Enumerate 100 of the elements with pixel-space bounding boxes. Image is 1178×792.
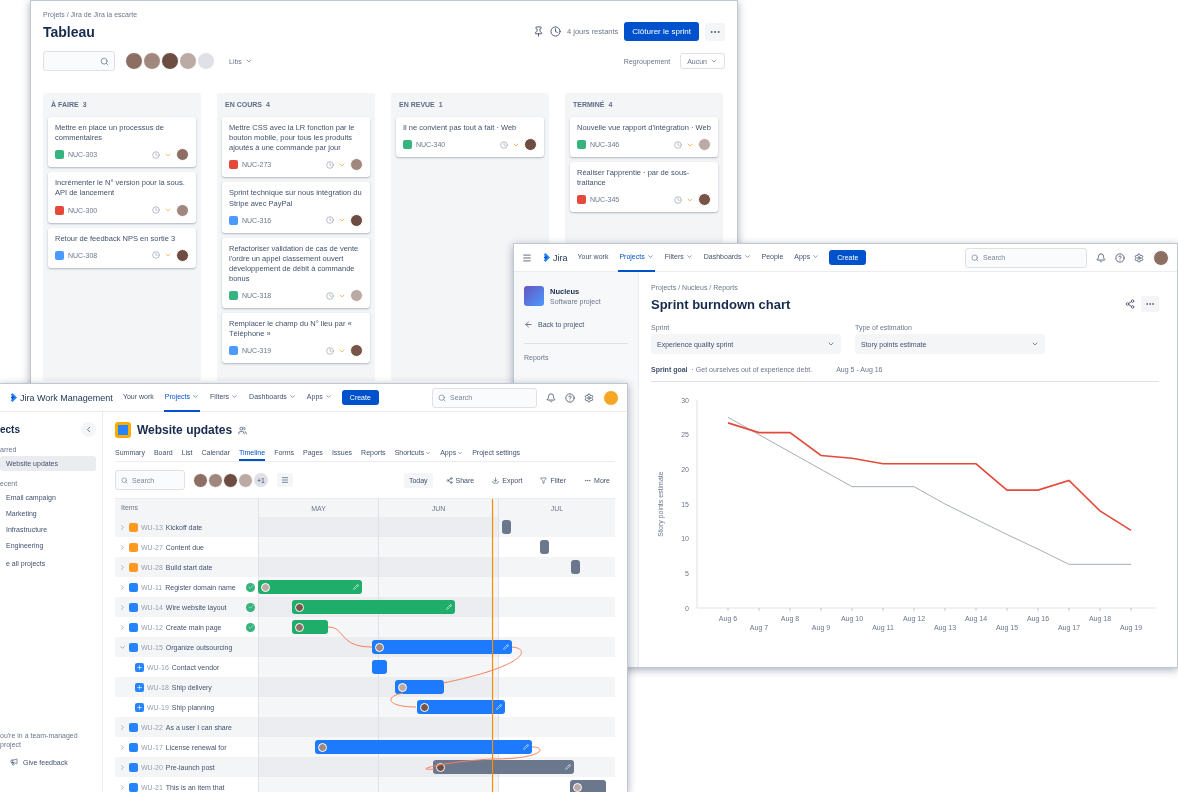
pencil-icon — [446, 604, 453, 610]
clock-icon — [326, 291, 334, 300]
assignee-avatar — [350, 289, 363, 303]
assignee-avatar — [350, 344, 363, 358]
share-icon[interactable] — [1125, 299, 1135, 309]
complete-sprint-button[interactable]: Clôturer le sprint — [624, 22, 699, 41]
assignee-avatar — [573, 782, 583, 792]
issue-type-icon — [229, 215, 238, 225]
issue-type-icon — [55, 250, 64, 260]
clock-icon — [152, 251, 160, 260]
milestone-bar[interactable] — [571, 560, 581, 574]
help-icon[interactable] — [565, 392, 575, 403]
page-title: Sprint burndown chart — [651, 296, 791, 312]
avatar[interactable] — [161, 52, 179, 70]
profile-avatar[interactable] — [1153, 249, 1169, 266]
notifications-icon[interactable] — [1096, 252, 1106, 263]
settings-icon[interactable] — [584, 392, 594, 403]
people-icon[interactable] — [238, 425, 248, 435]
chevron-down-icon — [827, 340, 835, 348]
clock-icon — [674, 140, 682, 149]
group-by-button[interactable] — [277, 473, 293, 487]
assignee-avatar — [375, 642, 385, 652]
assignee-avatar — [318, 742, 328, 752]
product-logo[interactable]: Jira Work Management — [8, 392, 113, 403]
arrow-left-icon — [524, 320, 533, 329]
more-button[interactable] — [705, 22, 725, 41]
subtask-icon — [135, 662, 144, 672]
pencil-icon — [352, 584, 359, 590]
avatar[interactable] — [125, 52, 143, 70]
pencil-icon — [564, 764, 571, 770]
clock-icon — [152, 206, 160, 214]
assignee-avatar — [176, 203, 189, 217]
dependency-line — [390, 692, 417, 708]
avatar[interactable] — [223, 472, 238, 488]
chevron-right-icon[interactable] — [119, 583, 126, 591]
search-icon — [100, 56, 109, 66]
clock-icon — [152, 150, 160, 159]
issue-type-icon — [577, 140, 586, 150]
settings-icon[interactable] — [1134, 252, 1144, 263]
pin-icon[interactable] — [533, 26, 545, 37]
chevron-right-icon[interactable] — [119, 623, 126, 631]
task-bar[interactable] — [291, 620, 328, 634]
notifications-icon[interactable] — [546, 392, 556, 403]
profile-avatar[interactable] — [603, 389, 619, 406]
chevron-down-icon — [710, 57, 718, 65]
clock-icon — [326, 216, 334, 225]
assignee-avatar — [176, 248, 189, 262]
project-title: Website updates — [137, 423, 233, 437]
sidebar-heading: ects — [0, 424, 20, 435]
chevron-right-icon[interactable] — [119, 763, 126, 771]
issue-type-icon — [229, 346, 238, 356]
product-logo[interactable]: Jira — [541, 252, 568, 263]
milestone-bar[interactable] — [540, 540, 550, 554]
menu-icon[interactable] — [522, 252, 532, 263]
task-bar[interactable] — [372, 640, 513, 654]
assignee-avatar — [261, 582, 270, 592]
chevron-right-icon[interactable] — [119, 783, 126, 791]
search-icon — [121, 476, 128, 484]
clock-icon — [326, 346, 334, 355]
clock-icon — [500, 140, 508, 149]
avatar[interactable] — [143, 52, 161, 70]
download-icon — [492, 476, 500, 484]
assignee-avatar — [435, 762, 445, 772]
avatar[interactable] — [193, 472, 208, 488]
chevron-right-icon[interactable] — [119, 543, 126, 551]
assignee-avatar — [524, 138, 537, 152]
help-icon[interactable] — [1115, 252, 1125, 263]
task-bar[interactable] — [570, 780, 607, 792]
issue-type-icon — [403, 140, 412, 150]
menu-icon — [281, 476, 289, 484]
assignee-avatar — [176, 148, 189, 162]
chevron-down-icon[interactable] — [119, 643, 126, 651]
task-bar[interactable] — [291, 600, 456, 614]
assignee-avatar — [698, 138, 711, 152]
chevron-down-icon — [244, 57, 253, 65]
assignee-avatar — [698, 193, 711, 207]
assignee-avatar — [350, 213, 363, 227]
more-button[interactable] — [1141, 296, 1159, 312]
clock-icon — [674, 195, 682, 204]
search-field[interactable] — [43, 51, 115, 71]
collapse-sidebar-button[interactable] — [81, 422, 96, 437]
chevron-right-icon[interactable] — [119, 743, 126, 751]
chevron-right-icon[interactable] — [119, 723, 126, 731]
chevron-right-icon[interactable] — [119, 603, 126, 611]
task-bar[interactable] — [432, 760, 574, 774]
chevron-left-icon — [84, 425, 93, 434]
issue-type-icon — [229, 160, 238, 170]
megaphone-icon — [10, 758, 18, 766]
pencil-icon — [503, 644, 510, 650]
share-icon — [445, 476, 453, 484]
chevron-right-icon[interactable] — [119, 523, 126, 531]
clock-icon — [550, 26, 562, 37]
chevron-right-icon[interactable] — [119, 563, 126, 571]
task-bar[interactable] — [394, 680, 444, 694]
task-bar[interactable] — [416, 700, 505, 714]
dependency-line — [327, 626, 373, 648]
subtask-icon — [135, 702, 144, 712]
avatar[interactable] — [208, 472, 223, 488]
milestone-bar[interactable] — [501, 520, 512, 534]
search-icon — [438, 393, 446, 402]
